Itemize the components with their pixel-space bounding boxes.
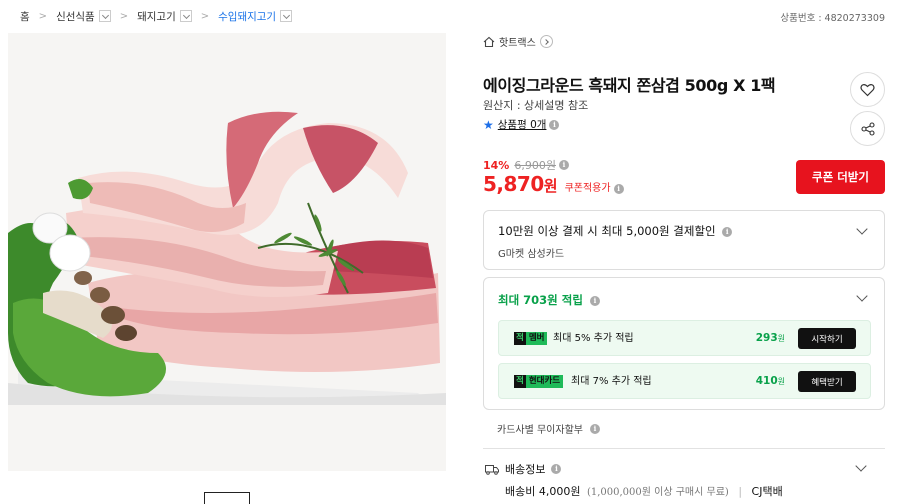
store-link[interactable]: 핫트랙스 [483, 34, 553, 49]
point-amount-unit: 원 [777, 334, 785, 343]
hyundai-card-badge: 적 현대카드 [514, 375, 564, 388]
breadcrumb-home[interactable]: 홈 [20, 9, 30, 24]
breadcrumb-label: 신선식품 [56, 10, 95, 23]
get-benefit-button[interactable]: 혜택받기 [798, 371, 856, 392]
point-amount-value: 410 [755, 375, 778, 387]
discount-rate: 14% [483, 158, 510, 172]
truck-icon [485, 464, 499, 475]
point-amount-value: 293 [755, 332, 778, 344]
dropdown-icon[interactable] [280, 10, 293, 22]
breadcrumb-home-label: 홈 [20, 10, 30, 23]
info-icon[interactable]: i [613, 184, 624, 194]
badge-mark: 적 [514, 332, 526, 345]
thumbnail-image[interactable] [204, 492, 250, 504]
point-amount: 410원 [756, 375, 785, 388]
chevron-right-icon [539, 35, 553, 48]
star-icon: ★ [483, 117, 494, 132]
review-link[interactable]: 상품평 0개 [498, 117, 547, 132]
points-panel: 최대 703원 적립 i 적 멤버 최대 5% 추가 적립 293원 시작하기 적… [483, 277, 885, 410]
shipping-header[interactable]: 배송정보 i [485, 461, 562, 477]
breadcrumb-fresh-food[interactable]: 신선식품 [56, 9, 111, 24]
point-description: 최대 5% 추가 적립 [553, 333, 634, 344]
badge-label: 현대카드 [525, 375, 564, 388]
breadcrumb-imported-pork[interactable]: 수입돼지고기 [218, 9, 293, 24]
installment-label: 카드사별 무이자할부 [497, 425, 583, 436]
shipping-fee: 배송비 4,000원 [505, 485, 581, 498]
price-row: 5,870 원 쿠폰적용가 i [483, 172, 624, 196]
card-discount-panel[interactable]: 10만원 이상 결제 시 최대 5,000원 결제할인 i G마켓 삼성카드 [483, 210, 885, 270]
card-discount-text: 10만원 이상 결제 시 최대 5,000원 결제할인 [498, 224, 716, 238]
share-icon [860, 121, 875, 136]
start-membership-button[interactable]: 시작하기 [798, 328, 856, 349]
info-icon[interactable]: i [558, 160, 569, 170]
shipping-carrier: CJ택배 [751, 485, 783, 498]
coupon-button[interactable]: 쿠폰 더받기 [796, 160, 885, 194]
installment-info[interactable]: 카드사별 무이자할부 i [497, 421, 600, 436]
coupon-applied-label: 쿠폰적용가 [564, 183, 611, 194]
chevron-down-icon[interactable] [856, 223, 868, 235]
shipping-detail: 배송비 4,000원 (1,000,000원 이상 구매시 무료) | CJ택배 [505, 483, 783, 499]
breadcrumb-label: 수입돼지고기 [218, 10, 277, 23]
chevron-down-icon[interactable] [855, 460, 867, 472]
point-description: 최대 7% 추가 적립 [571, 376, 652, 387]
badge-label: 멤버 [525, 332, 548, 345]
review-summary: ★ 상품평 0개 i [483, 117, 560, 132]
point-amount-unit: 원 [777, 377, 785, 386]
breadcrumb: 홈 > 신선식품 > 돼지고기 > 수입돼지고기 [20, 8, 293, 24]
dropdown-icon[interactable] [98, 10, 111, 22]
wishlist-button[interactable] [850, 72, 885, 107]
breadcrumb-pork[interactable]: 돼지고기 [137, 9, 192, 24]
info-icon[interactable]: i [589, 423, 600, 434]
info-icon[interactable]: i [722, 226, 733, 237]
discount-row: 14% 6,900원 i [483, 157, 569, 173]
product-number: 상품번호 : 4820273309 [780, 13, 885, 24]
product-origin: 원산지 : 상세설명 참조 [483, 99, 589, 112]
breadcrumb-separator: > [200, 10, 210, 22]
membership-badge: 적 멤버 [514, 332, 548, 345]
product-title: 에이징그라운드 흑돼지 쫀삼겹 500g X 1팩 [483, 76, 776, 95]
card-discount-title: 10만원 이상 결제 시 최대 5,000원 결제할인 i [498, 223, 733, 239]
card-discount-subtitle: G마켓 삼성카드 [498, 249, 565, 260]
points-title: 최대 703원 적립 i [498, 292, 600, 308]
shipping-title: 배송정보 [505, 463, 546, 476]
chevron-down-icon[interactable] [856, 290, 868, 302]
breadcrumb-separator: > [38, 10, 48, 22]
pork-belly-illustration [8, 33, 446, 471]
point-row-membership: 적 멤버 최대 5% 추가 적립 293원 시작하기 [498, 320, 871, 356]
home-icon [483, 36, 495, 47]
info-icon[interactable]: i [589, 295, 600, 306]
separator: | [738, 485, 743, 498]
points-title-text: 최대 703원 적립 [498, 293, 583, 307]
point-row-hyundai-card: 적 현대카드 최대 7% 추가 적립 410원 혜택받기 [498, 363, 871, 399]
divider [483, 448, 885, 449]
heart-icon [860, 83, 875, 96]
original-price: 6,900원 [514, 159, 556, 172]
breadcrumb-separator: > [119, 10, 129, 22]
store-name: 핫트랙스 [499, 38, 536, 49]
info-icon[interactable]: i [549, 119, 560, 130]
badge-mark: 적 [514, 375, 526, 388]
price-unit: 원 [543, 177, 558, 195]
share-button[interactable] [850, 111, 885, 146]
final-price: 5,870 [483, 172, 544, 196]
info-icon[interactable]: i [551, 464, 562, 474]
dropdown-icon[interactable] [179, 10, 192, 22]
breadcrumb-label: 돼지고기 [137, 10, 176, 23]
free-shipping-condition: (1,000,000원 이상 구매시 무료) [586, 487, 729, 498]
point-amount: 293원 [756, 332, 785, 345]
product-image[interactable] [8, 33, 446, 471]
